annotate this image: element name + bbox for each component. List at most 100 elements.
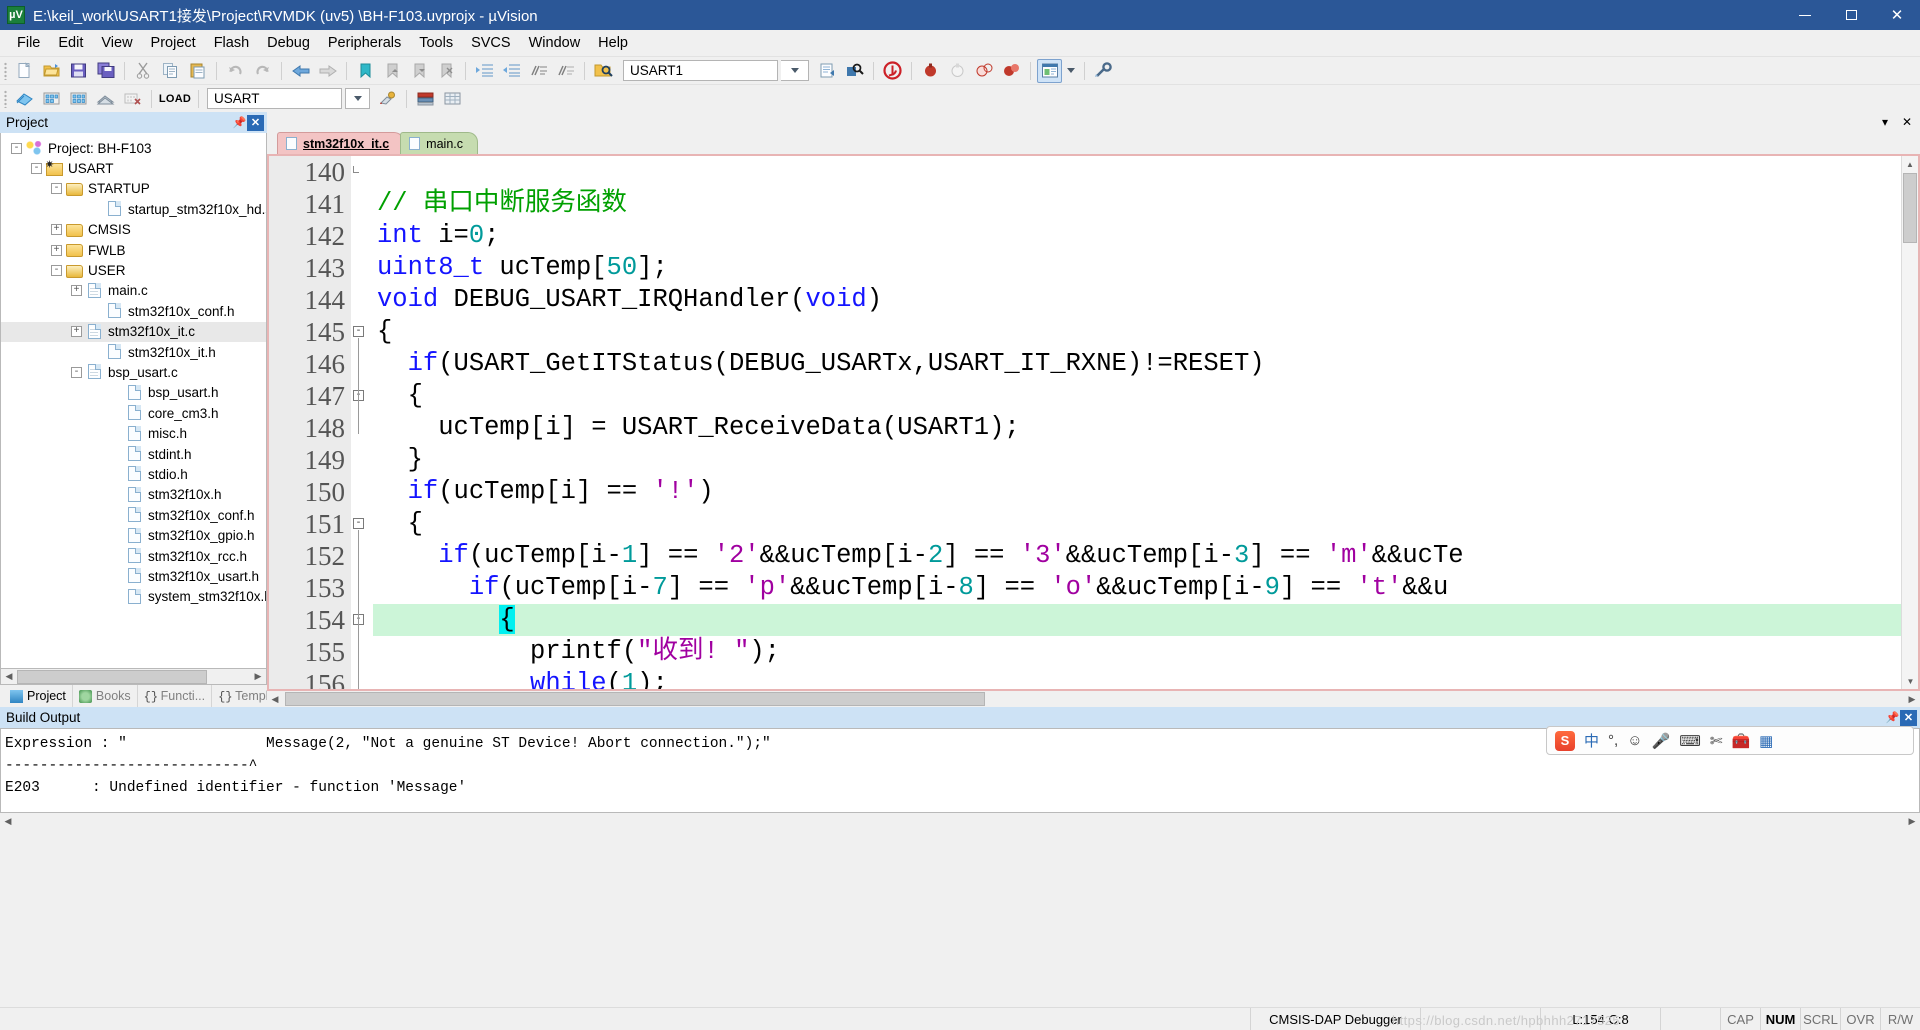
fold-collapse-icon[interactable]: - <box>353 326 364 338</box>
code-line[interactable]: { <box>373 508 1918 540</box>
build-button[interactable] <box>39 87 64 111</box>
code-line[interactable]: if(ucTemp[i-7] == 'p'&&ucTemp[i-8] == 'o… <box>373 572 1918 604</box>
screenshot-icon[interactable]: ✄ <box>1710 732 1723 750</box>
collapse-icon[interactable]: - <box>51 183 62 195</box>
tree-item[interactable]: + CMSIS <box>1 220 266 240</box>
collapse-icon[interactable]: - <box>11 142 22 154</box>
indent-button[interactable] <box>472 59 497 83</box>
find-combo[interactable]: USART1 <box>623 60 778 81</box>
toolbar-grip[interactable] <box>4 61 7 80</box>
editor-vscrollbar[interactable]: ▲ ▼ <box>1901 156 1918 690</box>
code-line[interactable]: void DEBUG_USART_IRQHandler(void) <box>373 284 1918 316</box>
menu-peripherals[interactable]: Peripherals <box>319 32 410 54</box>
ime-mode-label[interactable]: 中 <box>1584 730 1599 751</box>
expand-icon[interactable]: + <box>71 285 82 297</box>
keyboard-icon[interactable]: ⌨ <box>1679 732 1701 750</box>
tree-item[interactable]: + stm32f10x_it.c <box>1 321 266 342</box>
tree-item[interactable]: - Project: BH-F103 <box>1 138 266 158</box>
tree-item[interactable]: - USART <box>1 158 266 178</box>
tree-item[interactable]: core_cm3.h <box>1 403 266 423</box>
bookmark-clear-all-button[interactable] <box>434 59 459 83</box>
toolbox-icon[interactable]: 🧰 <box>1731 732 1750 750</box>
pin-icon[interactable]: 📌 <box>232 114 247 131</box>
voice-input-icon[interactable]: 🎤 <box>1652 732 1671 750</box>
menu-window[interactable]: Window <box>520 32 590 54</box>
insert-breakpoint-button[interactable] <box>918 59 943 83</box>
scroll-left-icon[interactable]: ◀ <box>0 814 16 829</box>
code-editor[interactable]: 140 141 142 143 144 145 146 147 148 149 150 151 152 1… <box>267 154 1920 692</box>
collapse-icon[interactable]: - <box>51 265 62 277</box>
bookmark-prev-button[interactable] <box>380 59 405 83</box>
menu-view[interactable]: View <box>92 32 141 54</box>
comment-button[interactable] <box>526 59 551 83</box>
batch-build-button[interactable] <box>93 87 118 111</box>
insert-file-button[interactable] <box>815 59 840 83</box>
project-tree-hscrollbar[interactable]: ◀ ▶ <box>0 669 267 685</box>
find-in-files-button[interactable] <box>591 59 616 83</box>
scroll-left-icon[interactable]: ◀ <box>267 692 283 707</box>
configure-window-button[interactable] <box>1037 58 1062 83</box>
code-line[interactable]: while(1); <box>373 668 1918 689</box>
tree-item[interactable]: startup_stm32f10x_hd.s <box>1 199 266 219</box>
scroll-right-icon[interactable]: ▶ <box>1904 814 1920 829</box>
tree-item[interactable]: stm32f10x_rcc.h <box>1 546 266 566</box>
project-pane-tab-functi[interactable]: {} Functi... <box>138 685 213 707</box>
expand-icon[interactable]: + <box>71 326 82 338</box>
scroll-thumb[interactable] <box>17 669 207 684</box>
minimize-button[interactable] <box>1782 0 1828 30</box>
save-all-button[interactable] <box>93 59 118 83</box>
target-select[interactable]: USART <box>207 88 342 109</box>
scroll-up-icon[interactable]: ▲ <box>1902 156 1918 172</box>
project-pane-tab-project[interactable]: Project <box>4 685 73 707</box>
code-line[interactable]: ucTemp[i] = USART_ReceiveData(USART1); <box>373 412 1918 444</box>
undo-button[interactable] <box>223 59 248 83</box>
open-file-button[interactable] <box>39 59 64 83</box>
scroll-track[interactable] <box>17 669 250 684</box>
tree-item[interactable]: stm32f10x_gpio.h <box>1 525 266 545</box>
code-text[interactable]: // 串口中断服务函数 int i=0; uint8_t ucTemp[50]; vo… <box>373 156 1918 689</box>
project-tree[interactable]: -Project: BH-F103-USART-STARTUPstartup_s… <box>0 133 267 669</box>
translate-button[interactable] <box>12 87 37 111</box>
maximize-button[interactable] <box>1828 0 1874 30</box>
uncomment-button[interactable] <box>553 59 578 83</box>
code-line[interactable]: if(USART_GetITStatus(DEBUG_USARTx,USART_… <box>373 348 1918 380</box>
emoji-icon[interactable]: ☺ <box>1627 732 1642 749</box>
kill-all-breakpoints-button[interactable] <box>999 59 1024 83</box>
pin-icon[interactable]: 📌 <box>1885 709 1900 726</box>
tree-item[interactable]: bsp_usart.h <box>1 383 266 403</box>
code-line[interactable]: { <box>373 380 1918 412</box>
toolbar-grip[interactable] <box>4 89 7 108</box>
code-line[interactable]: } <box>373 444 1918 476</box>
close-icon[interactable]: ✕ <box>247 114 264 131</box>
tree-item[interactable]: + FWLB <box>1 240 266 260</box>
project-pane-tab-books[interactable]: Books <box>73 685 138 707</box>
punctuation-icon[interactable]: °, <box>1608 732 1618 749</box>
tree-item[interactable]: - bsp_usart.c <box>1 362 266 382</box>
disable-all-breakpoints-button[interactable] <box>972 59 997 83</box>
load-button[interactable]: LOAD <box>158 87 192 111</box>
code-line-current[interactable]: { <box>373 604 1918 637</box>
tree-item[interactable]: stm32f10x_usart.h <box>1 566 266 586</box>
scroll-down-icon[interactable]: ▼ <box>1902 673 1918 689</box>
tree-item[interactable]: stm32f10x.h <box>1 485 266 505</box>
scroll-right-icon[interactable]: ▶ <box>1904 692 1920 707</box>
build-output-hscrollbar[interactable]: ◀ ▶ <box>0 813 1920 830</box>
tree-item[interactable]: - USER <box>1 260 266 280</box>
tree-item[interactable]: stm32f10x_conf.h <box>1 301 266 321</box>
new-file-button[interactable] <box>12 59 37 83</box>
rebuild-button[interactable] <box>66 87 91 111</box>
save-button[interactable] <box>66 59 91 83</box>
scroll-right-icon[interactable]: ▶ <box>250 669 266 684</box>
target-options-button[interactable] <box>375 87 400 111</box>
debug-session-button[interactable] <box>880 59 905 83</box>
redo-button[interactable] <box>250 59 275 83</box>
collapse-icon[interactable]: - <box>31 163 42 175</box>
menu-flash[interactable]: Flash <box>205 32 258 54</box>
fold-collapse-icon[interactable]: - <box>353 518 364 530</box>
bookmark-next-button[interactable] <box>407 59 432 83</box>
close-icon[interactable]: ✕ <box>1900 709 1917 726</box>
code-line[interactable]: { <box>373 316 1918 348</box>
navigate-back-button[interactable] <box>288 59 313 83</box>
customize-tools-button[interactable] <box>1091 59 1116 83</box>
scroll-left-icon[interactable]: ◀ <box>1 669 17 684</box>
